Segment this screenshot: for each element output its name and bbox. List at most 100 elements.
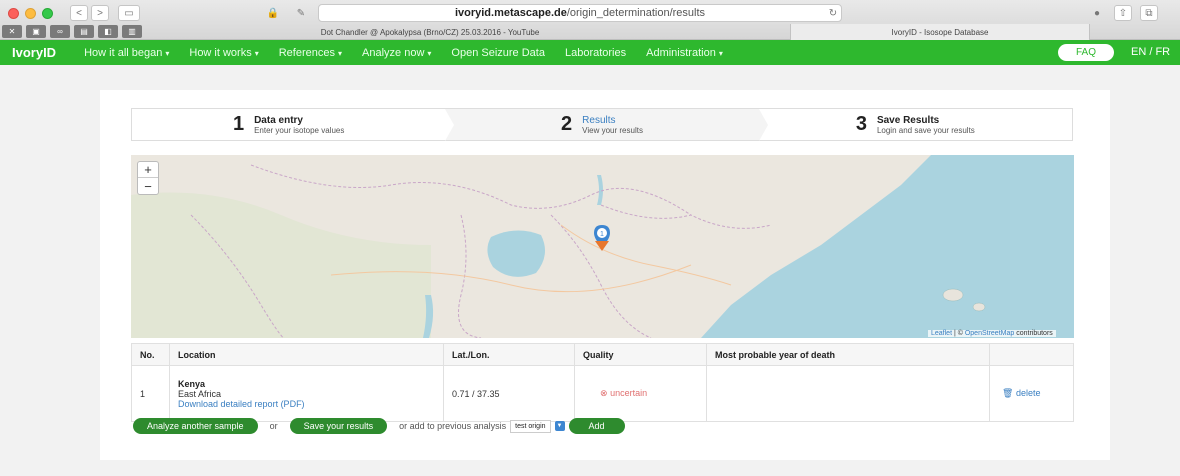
share-icon: ⇧: [1118, 7, 1128, 19]
column-header-year-of-death: Most probable year of death: [706, 343, 990, 366]
or-text: or: [269, 421, 278, 431]
reload-icon: ↻: [828, 7, 838, 19]
tabs-icon: ⧉: [1145, 7, 1153, 19]
chevron-right-icon: >: [97, 7, 103, 19]
step-number: 2: [561, 113, 573, 135]
bookmark-icon[interactable]: ◧: [98, 25, 118, 38]
nav-item-open-seizure-data[interactable]: Open Seizure Data: [451, 47, 545, 59]
language-switch[interactable]: EN / FR: [1131, 46, 1170, 58]
nav-item-analyze-now[interactable]: Analyze now ▾: [362, 47, 431, 59]
cell-latlon: 0.71 / 37.35: [443, 365, 575, 422]
browser-chrome: < > ▭ 🔒 ✎ ivoryid.metascape.de/origin_de…: [0, 0, 1180, 40]
map-marker-label: 1: [600, 231, 604, 238]
browser-tab-youtube[interactable]: Dot Chandler @ Apokalypsa (Brno/CZ) 25.0…: [200, 24, 660, 40]
table-row: 1 Kenya East Africa Download detailed re…: [131, 365, 1074, 422]
main-navigation: IvoryID How it all began ▾ How it works ▾ …: [0, 40, 1180, 65]
cell-no: 1: [131, 365, 170, 422]
column-header-actions: [989, 343, 1074, 366]
action-bar: Analyze another sample or Save your resu…: [133, 418, 625, 434]
column-header-quality: Quality: [574, 343, 707, 366]
zoom-in-button[interactable]: +: [138, 162, 158, 178]
previous-analysis-select[interactable]: test origin: [510, 419, 551, 433]
cell-location: Kenya East Africa Download detailed repo…: [169, 365, 444, 422]
bookmark-icon[interactable]: ▥: [122, 25, 142, 38]
wizard-steps: 1 Data entry Enter your isotope values 2…: [131, 108, 1073, 141]
tabs-overview-button[interactable]: ⧉: [1140, 5, 1158, 21]
reload-button[interactable]: ↻: [826, 5, 840, 21]
zoom-control: + −: [137, 161, 159, 195]
step-title: Save Results: [876, 114, 940, 126]
bookmark-icon[interactable]: ▣: [26, 25, 46, 38]
nav-label: Administration: [646, 46, 716, 59]
back-button[interactable]: <: [70, 5, 88, 21]
cell-year-of-death: [706, 365, 990, 422]
zoom-out-button[interactable]: −: [138, 178, 158, 194]
step-results[interactable]: 2 Results View your results: [445, 109, 768, 141]
extension-button[interactable]: ✎: [290, 5, 312, 21]
share-button[interactable]: ⇧: [1114, 5, 1132, 21]
lock-icon: 🔒: [266, 7, 280, 19]
tab-label: Dot Chandler @ Apokalypsa (Brno/CZ) 25.0…: [320, 27, 540, 37]
column-header-location: Location: [169, 343, 444, 366]
extension-icon: ✎: [296, 7, 306, 19]
warning-icon: ⊗: [600, 388, 608, 398]
step-subtitle: Enter your isotope values: [254, 125, 345, 135]
nav-item-administration[interactable]: Administration ▾: [646, 47, 723, 59]
bookmark-icon[interactable]: ✕: [2, 25, 22, 38]
leaflet-link[interactable]: Leaflet: [931, 330, 952, 337]
sidebar-button[interactable]: ▭: [118, 5, 140, 21]
add-button[interactable]: Add: [568, 418, 625, 434]
step-title: Data entry: [254, 114, 303, 126]
close-window-button[interactable]: [8, 8, 19, 19]
chevron-down-icon: ▾: [718, 48, 723, 58]
minimize-window-button[interactable]: [25, 8, 36, 19]
address-bar[interactable]: ivoryid.metascape.de/origin_determinatio…: [318, 4, 842, 22]
step-number: 1: [232, 113, 245, 135]
cell-actions: 🗑 delete: [989, 365, 1074, 422]
nav-label: Analyze now: [362, 46, 425, 59]
attribution-separator: | ©: [952, 330, 965, 337]
nav-item-laboratories[interactable]: Laboratories: [565, 47, 626, 59]
chevron-down-icon: ▾: [427, 48, 432, 58]
step-data-entry[interactable]: 1 Data entry Enter your isotope values: [132, 109, 455, 141]
step-subtitle: Login and save your results: [876, 125, 975, 135]
osm-link[interactable]: OpenStreetMap: [965, 330, 1014, 337]
faq-button[interactable]: FAQ: [1058, 44, 1114, 61]
chevron-down-icon: ▾: [254, 48, 259, 58]
step-arrow: [445, 109, 455, 141]
brand-logo[interactable]: IvoryID: [12, 45, 56, 60]
url-path: /origin_determination/results: [566, 7, 706, 19]
nav-item-how-it-works[interactable]: How it works ▾: [189, 47, 258, 59]
extension-dot-button[interactable]: ●: [1088, 5, 1106, 21]
maximize-window-button[interactable]: [42, 8, 53, 19]
step-subtitle: View your results: [582, 125, 643, 135]
window-controls: [8, 8, 53, 19]
forward-button[interactable]: >: [91, 5, 109, 21]
chevron-left-icon: <: [76, 7, 82, 19]
location-region: East Africa: [178, 388, 222, 399]
delete-label: delete: [1015, 388, 1041, 398]
chevron-down-icon: ▾: [338, 48, 343, 58]
step-number: 3: [855, 113, 867, 135]
bookmark-icon[interactable]: ▤: [74, 25, 94, 38]
step-arrow: [758, 109, 768, 141]
nav-item-references[interactable]: References ▾: [279, 47, 342, 59]
table-header-row: No. Location Lat./Lon. Quality Most prob…: [131, 343, 1074, 366]
download-report-link[interactable]: Download detailed report (PDF): [178, 399, 443, 409]
nav-label: How it all began: [84, 46, 163, 59]
circle-icon: ●: [1093, 7, 1101, 19]
nav-item-how-it-all-began[interactable]: How it all began ▾: [84, 47, 169, 59]
cell-quality: ⊗ uncertain: [574, 365, 707, 422]
chevron-down-icon[interactable]: ▼: [554, 421, 565, 431]
tab-label: IvoryID - Isosope Database: [891, 27, 989, 37]
step-save-results[interactable]: 3 Save Results Login and save your resul…: [758, 109, 1072, 140]
chevron-down-icon: ▾: [165, 48, 170, 58]
origin-map[interactable]: 1: [131, 155, 1074, 338]
bookmark-icon[interactable]: ∞: [50, 25, 70, 38]
save-results-button[interactable]: Save your results: [289, 418, 388, 434]
privacy-button[interactable]: 🔒: [262, 5, 284, 21]
analyze-another-sample-button[interactable]: Analyze another sample: [133, 418, 258, 434]
add-previous-text: or add to previous analysis: [399, 421, 507, 431]
delete-button[interactable]: 🗑 delete: [1002, 388, 1040, 398]
browser-tab-ivoryid[interactable]: IvoryID - Isosope Database: [790, 24, 1090, 40]
